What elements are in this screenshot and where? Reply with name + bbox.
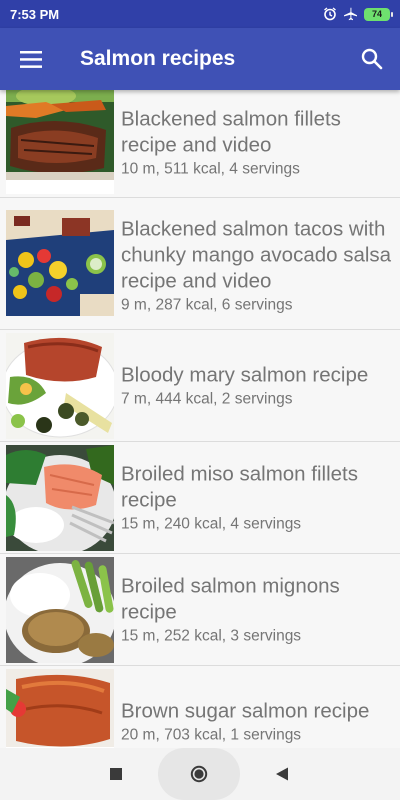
- recipe-text: Broiled salmon mignons recipe 15 m, 252 …: [121, 573, 394, 646]
- list-item[interactable]: Broiled miso salmon fillets recipe 15 m,…: [0, 442, 400, 554]
- recipe-title: Blackened salmon fillets recipe and vide…: [121, 107, 341, 156]
- recipe-text: Blackened salmon fillets recipe and vide…: [121, 106, 394, 179]
- recipe-thumbnail: [6, 445, 114, 551]
- recipe-thumbnail: [6, 90, 114, 196]
- list-item[interactable]: Brown sugar salmon recipe 20 m, 703 kcal…: [0, 666, 400, 748]
- recipe-title: Broiled salmon mignons recipe: [121, 574, 340, 623]
- app-bar: Salmon recipes: [0, 28, 400, 90]
- search-icon[interactable]: [344, 28, 400, 90]
- battery-icon: 74: [364, 7, 393, 21]
- recipe-text: Brown sugar salmon recipe 20 m, 703 kcal…: [121, 698, 394, 745]
- list-item[interactable]: Bloody mary salmon recipe 7 m, 444 kcal,…: [0, 330, 400, 442]
- list-item[interactable]: Blackened salmon fillets recipe and vide…: [0, 90, 400, 198]
- recipe-thumbnail: [6, 669, 114, 748]
- recipe-text: Blackened salmon tacos with chunky mango…: [121, 217, 394, 316]
- recipe-thumbnail: [6, 557, 114, 663]
- alarm-icon: [323, 7, 337, 21]
- home-circle-icon[interactable]: [158, 748, 240, 800]
- recipe-meta: 15 m, 240 kcal, 4 servings: [121, 515, 302, 532]
- recipe-meta: 15 m, 252 kcal, 3 servings: [121, 627, 302, 644]
- recipe-title: Blackened salmon tacos with chunky mango…: [121, 217, 392, 293]
- recipe-title: Bloody mary salmon recipe: [121, 363, 369, 386]
- page-title: Salmon recipes: [80, 47, 236, 70]
- recipe-meta: 10 m, 511 kcal, 4 servings: [121, 160, 300, 177]
- recipe-text: Broiled miso salmon fillets recipe 15 m,…: [121, 461, 394, 534]
- status-icons: 74: [323, 7, 393, 21]
- airplane-icon: [343, 7, 358, 21]
- back-triangle-icon[interactable]: [266, 760, 298, 788]
- recipe-meta: 9 m, 287 kcal, 6 servings: [121, 296, 293, 314]
- hamburger-menu-icon[interactable]: [0, 28, 62, 90]
- recipe-list[interactable]: Blackened salmon fillets recipe and vide…: [0, 90, 400, 748]
- app-screen: 7:53 PM 74 Salmon recipes Blackened salm…: [0, 0, 400, 800]
- list-item[interactable]: Broiled salmon mignons recipe 15 m, 252 …: [0, 554, 400, 666]
- system-nav-bar: [0, 748, 400, 800]
- recipe-title: Broiled miso salmon fillets recipe: [121, 462, 358, 511]
- list-item[interactable]: Blackened salmon tacos with chunky mango…: [0, 198, 400, 330]
- recipe-thumbnail: [6, 333, 114, 439]
- recipe-thumbnail: [6, 210, 114, 316]
- recipe-text: Bloody mary salmon recipe 7 m, 444 kcal,…: [121, 362, 394, 409]
- recipe-meta: 7 m, 444 kcal, 2 servings: [121, 390, 293, 407]
- recipe-meta: 20 m, 703 kcal, 1 servings: [121, 726, 302, 743]
- recents-square-icon[interactable]: [100, 760, 132, 788]
- status-bar: 7:53 PM 74: [0, 0, 400, 28]
- status-time: 7:53 PM: [10, 6, 60, 22]
- recipe-title: Brown sugar salmon recipe: [121, 699, 370, 722]
